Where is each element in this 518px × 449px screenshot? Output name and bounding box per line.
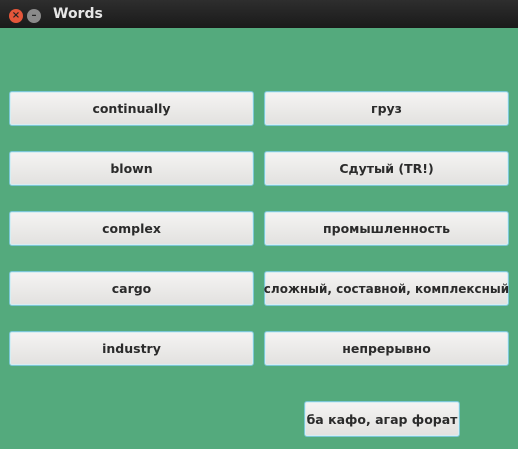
translation-button-4[interactable]: сложный, составной, комплексный	[264, 271, 509, 306]
word-button-complex[interactable]: complex	[9, 211, 254, 246]
translation-button-1[interactable]: груз	[264, 91, 509, 126]
word-button-industry[interactable]: industry	[9, 331, 254, 366]
title-bar: × – Words	[0, 0, 518, 28]
continue-button[interactable]: ба кафо, агар форат	[304, 401, 460, 437]
minimize-icon: –	[31, 10, 37, 21]
translation-button-5[interactable]: непрерывно	[264, 331, 509, 366]
word-button-blown[interactable]: blown	[9, 151, 254, 186]
minimize-window-button[interactable]: –	[27, 9, 41, 23]
translation-button-2[interactable]: Сдутый (TR!)	[264, 151, 509, 186]
app-window: × – Words continually груз blown Сдутый …	[0, 0, 518, 449]
window-title: Words	[53, 6, 103, 22]
word-button-continually[interactable]: continually	[9, 91, 254, 126]
word-button-cargo[interactable]: cargo	[9, 271, 254, 306]
close-icon: ×	[11, 10, 21, 21]
close-window-button[interactable]: ×	[9, 9, 23, 23]
translation-button-3[interactable]: промышленность	[264, 211, 509, 246]
